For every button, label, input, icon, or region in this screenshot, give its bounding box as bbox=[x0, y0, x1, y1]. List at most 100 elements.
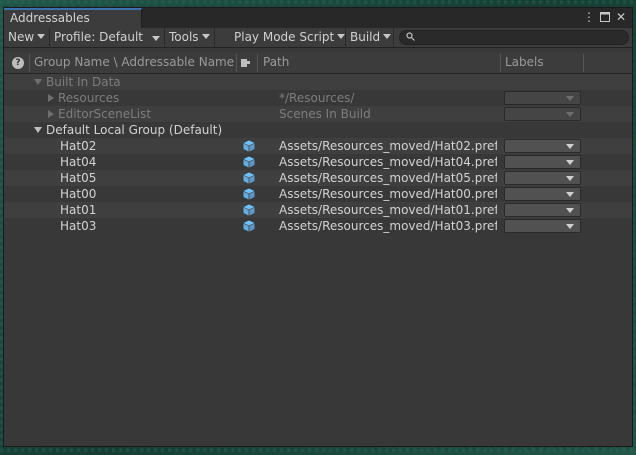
chevron-down-icon bbox=[566, 208, 574, 213]
prefab-cube-icon bbox=[243, 140, 255, 152]
row-name-label: Built In Data bbox=[46, 75, 121, 89]
chevron-down-icon bbox=[566, 144, 574, 149]
row-name: Hat05 bbox=[60, 170, 234, 186]
play-mode-label: Play Mode Script bbox=[234, 30, 335, 44]
chevron-down-icon bbox=[566, 96, 574, 101]
row-name: Hat04 bbox=[60, 154, 234, 170]
expand-arrow-down-icon[interactable] bbox=[34, 79, 42, 85]
chevron-down-icon bbox=[383, 34, 392, 39]
row-path: */Resources/ bbox=[279, 91, 355, 105]
profile-label: Profile: Default bbox=[54, 30, 144, 44]
prefab-cube-icon bbox=[243, 156, 255, 168]
column-divider[interactable] bbox=[236, 54, 237, 72]
row-name: Hat02 bbox=[60, 138, 234, 154]
labels-dropdown[interactable] bbox=[504, 187, 581, 201]
new-label: New bbox=[8, 30, 35, 44]
tab-bar: Addressables Groups ⋮ ✕ bbox=[4, 8, 632, 42]
tree-row[interactable]: Hat04 Assets/Resources_moved/Hat04.prefab bbox=[4, 154, 632, 170]
row-path: Scenes In Build bbox=[279, 107, 371, 121]
labels-dropdown bbox=[504, 91, 581, 105]
play-mode-script-dropdown[interactable]: Play Mode Script bbox=[230, 28, 346, 47]
expand-arrow-right-icon[interactable] bbox=[48, 110, 54, 118]
prefab-cube-icon bbox=[243, 220, 255, 232]
new-dropdown[interactable]: New bbox=[4, 28, 50, 47]
row-name-label: Hat00 bbox=[60, 187, 97, 201]
chevron-down-icon bbox=[37, 34, 46, 39]
chevron-down-icon bbox=[566, 160, 574, 165]
row-path bbox=[279, 74, 497, 90]
row-name: Resources bbox=[48, 90, 234, 106]
groups-tree: Built In Data Resources */Resources/Editor… bbox=[4, 74, 632, 234]
chevron-down-icon bbox=[566, 176, 574, 181]
tree-row[interactable]: EditorSceneList Scenes In Build bbox=[4, 106, 632, 122]
expand-arrow-right-icon[interactable] bbox=[48, 94, 54, 102]
labels-dropdown[interactable] bbox=[504, 155, 581, 169]
row-name: EditorSceneList bbox=[48, 106, 234, 122]
build-label: Build bbox=[350, 30, 381, 44]
column-header-group-name[interactable]: Group Name \ Addressable Name bbox=[34, 52, 234, 73]
prefab-cube-icon bbox=[243, 204, 255, 216]
tree-row[interactable]: Built In Data bbox=[4, 74, 632, 90]
help-icon[interactable]: ? bbox=[12, 57, 24, 69]
tree-row[interactable]: Hat02 Assets/Resources_moved/Hat02.prefab bbox=[4, 138, 632, 154]
column-divider[interactable] bbox=[583, 54, 584, 72]
row-path: Assets/Resources_moved/Hat01.prefab bbox=[279, 203, 497, 217]
row-name-label: Hat05 bbox=[60, 171, 97, 185]
search-icon bbox=[406, 32, 415, 45]
tree-row[interactable]: Resources */Resources/ bbox=[4, 90, 632, 106]
row-name-label: Hat02 bbox=[60, 139, 97, 153]
row-name-label: Default Local Group (Default) bbox=[46, 123, 223, 137]
maximize-icon[interactable] bbox=[598, 9, 612, 25]
row-name: Hat01 bbox=[60, 202, 234, 218]
expand-arrow-down-icon[interactable] bbox=[34, 127, 42, 133]
kebab-menu-icon[interactable]: ⋮ bbox=[582, 9, 596, 25]
chevron-down-icon bbox=[566, 224, 574, 229]
row-name-label: EditorSceneList bbox=[58, 107, 152, 121]
chevron-down-icon bbox=[201, 34, 210, 39]
column-divider[interactable] bbox=[500, 54, 501, 72]
row-name: Default Local Group (Default) bbox=[34, 122, 234, 138]
tree-header: ? Group Name \ Addressable Name Path Lab… bbox=[4, 52, 632, 74]
search-field[interactable] bbox=[399, 30, 629, 45]
labels-dropdown[interactable] bbox=[504, 139, 581, 153]
prefab-cube-icon bbox=[243, 188, 255, 200]
toolbar: New Profile: Default Tools Play Mode Scr… bbox=[4, 28, 632, 48]
row-path: Assets/Resources_moved/Hat00.prefab bbox=[279, 187, 497, 201]
chevron-down-icon bbox=[337, 34, 346, 39]
row-name: Built In Data bbox=[34, 74, 234, 90]
row-path: Assets/Resources_moved/Hat04.prefab bbox=[279, 155, 497, 169]
tree-row[interactable]: Default Local Group (Default) bbox=[4, 122, 632, 138]
column-header-labels[interactable]: Labels bbox=[505, 52, 575, 73]
asset-type-icon[interactable] bbox=[241, 59, 250, 67]
row-name: Hat00 bbox=[60, 186, 234, 202]
labels-dropdown[interactable] bbox=[504, 219, 581, 233]
row-path: Assets/Resources_moved/Hat03.prefab bbox=[279, 219, 497, 233]
tree-row[interactable]: Hat03 Assets/Resources_moved/Hat03.prefab bbox=[4, 218, 632, 234]
tools-dropdown[interactable]: Tools bbox=[165, 28, 215, 47]
row-path: Assets/Resources_moved/Hat05.prefab bbox=[279, 171, 497, 185]
chevron-down-icon bbox=[566, 192, 574, 197]
tools-label: Tools bbox=[169, 30, 199, 44]
row-name-label: Hat04 bbox=[60, 155, 97, 169]
prefab-cube-icon bbox=[243, 172, 255, 184]
row-path: Assets/Resources_moved/Hat02.prefab bbox=[279, 139, 497, 153]
labels-dropdown[interactable] bbox=[504, 203, 581, 217]
row-name-label: Resources bbox=[58, 91, 120, 105]
tab-addressables-groups[interactable]: Addressables Groups bbox=[4, 8, 142, 42]
labels-dropdown bbox=[504, 107, 581, 121]
profile-dropdown[interactable]: Profile: Default bbox=[50, 28, 165, 47]
column-divider[interactable] bbox=[29, 54, 30, 72]
row-name-label: Hat03 bbox=[60, 219, 97, 233]
labels-dropdown[interactable] bbox=[504, 171, 581, 185]
row-path bbox=[279, 122, 497, 138]
tree-row[interactable]: Hat00 Assets/Resources_moved/Hat00.prefab bbox=[4, 186, 632, 202]
close-icon[interactable]: ✕ bbox=[614, 9, 628, 25]
addressables-groups-window: Addressables Groups ⋮ ✕ New Profile: Def… bbox=[3, 7, 633, 447]
column-header-path[interactable]: Path bbox=[263, 52, 493, 73]
tree-row[interactable]: Hat05 Assets/Resources_moved/Hat05.prefab bbox=[4, 170, 632, 186]
row-name: Hat03 bbox=[60, 218, 234, 234]
column-divider[interactable] bbox=[257, 54, 258, 72]
chevron-down-icon bbox=[566, 112, 574, 117]
tree-row[interactable]: Hat01 Assets/Resources_moved/Hat01.prefab bbox=[4, 202, 632, 218]
build-dropdown[interactable]: Build bbox=[346, 28, 394, 47]
